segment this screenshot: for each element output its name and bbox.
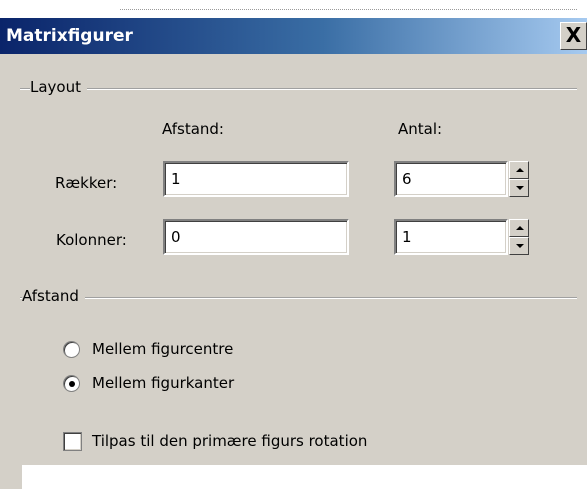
spacing-column-header: Afstand: [162,120,224,138]
title-bar: Matrixfigurer [0,18,587,54]
close-button[interactable]: X [560,22,587,50]
radio-selected-dot [69,381,75,387]
radio-between-edges[interactable] [63,375,80,392]
columns-count-up-button[interactable] [509,219,529,237]
ruler-dots [120,9,577,11]
columns-spacing-input[interactable]: 0 [163,219,349,255]
spacing-group-label: Afstand [22,287,85,305]
columns-count-input[interactable]: 1 [394,219,508,255]
arrow-down-icon [516,244,524,248]
dialog-title: Matrixfigurer [6,26,133,46]
count-column-header: Antal: [398,120,443,138]
bottom-strip-edge [0,465,22,489]
radio-between-centers-label[interactable]: Mellem figurcentre [92,340,233,358]
dialog-body: Layout Afstand: Antal: Rækker: 1 6 Kolon… [0,54,587,465]
rotation-checkbox[interactable] [63,432,82,451]
rows-spacing-input[interactable]: 1 [163,161,349,197]
rotation-checkbox-label[interactable]: Tilpas til den primære figurs rotation [92,432,367,450]
rows-count-input[interactable]: 6 [394,161,508,197]
rows-count-up-button[interactable] [509,161,529,179]
bottom-strip [0,465,587,489]
arrow-up-icon [516,168,524,172]
layout-group-line [20,88,577,90]
columns-count-spinner [509,219,529,255]
columns-label: Kolonner: [56,231,127,249]
rows-count-down-button[interactable] [509,179,529,197]
radio-between-centers[interactable] [63,341,80,358]
columns-count-down-button[interactable] [509,237,529,255]
layout-group-label: Layout [30,78,87,96]
radio-between-edges-label[interactable]: Mellem figurkanter [92,374,234,392]
rows-label: Rækker: [55,174,118,192]
arrow-down-icon [516,186,524,190]
spacing-group-line [20,297,577,299]
rows-count-spinner [509,161,529,197]
top-strip [0,0,587,18]
arrow-up-icon [516,226,524,230]
